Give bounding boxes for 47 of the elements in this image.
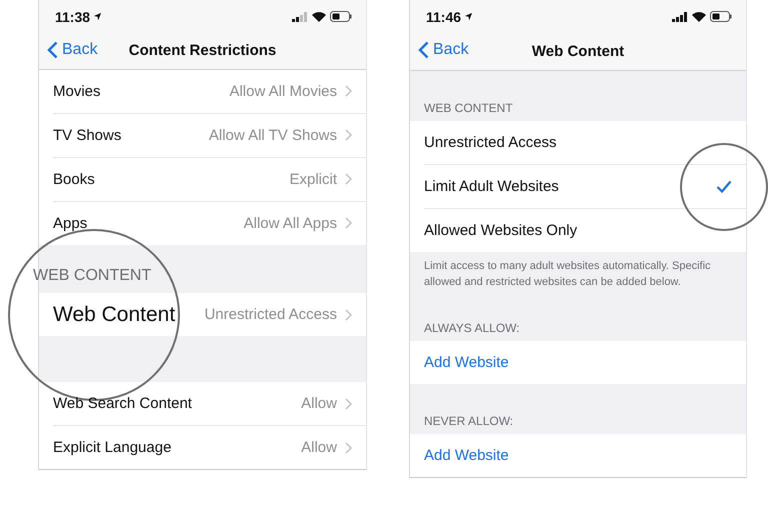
chevron-icon <box>345 217 352 230</box>
signal-icon <box>672 12 688 22</box>
chevron-icon <box>345 129 352 142</box>
row-value: Allow All TV Shows <box>208 126 337 144</box>
row-label[interactable]: Web Content <box>53 302 176 327</box>
option-label[interactable]: Allowed Websites Only <box>424 222 578 240</box>
row-value: Allow All Movies <box>229 82 337 100</box>
section-header: ALWAYS ALLOW: <box>424 320 520 335</box>
section-header: NEVER ALLOW: <box>424 414 514 428</box>
chevron-icon <box>345 398 352 410</box>
back-chevron-icon <box>47 41 58 60</box>
section-footer: Limit access to many adult websites automatically. Specific allowed and restricted websites can be added below. <box>424 258 732 290</box>
back-button[interactable]: Back <box>47 41 98 60</box>
row-label[interactable]: Explicit Language <box>53 439 172 456</box>
nav-title: Content Restrictions <box>128 42 276 60</box>
row-value: Allow <box>301 395 337 412</box>
chevron-icon <box>345 308 352 321</box>
wifi-icon <box>312 12 326 22</box>
option-label[interactable]: Limit Adult Websites <box>424 178 559 196</box>
back-button[interactable]: Back <box>418 41 469 60</box>
row-label[interactable]: Movies <box>53 82 101 100</box>
row-value: Unrestricted Access <box>204 306 337 324</box>
row-value: Explicit <box>289 170 337 188</box>
battery-icon <box>330 11 352 22</box>
location-arrow-icon <box>464 12 474 22</box>
row-label[interactable]: Apps <box>53 214 88 232</box>
back-chevron-icon <box>418 41 429 60</box>
section-header: WEB CONTENT <box>33 267 152 286</box>
location-arrow-icon <box>93 12 102 21</box>
add-website-link[interactable]: Add Website <box>424 447 509 464</box>
status-time: 11:46 <box>426 8 462 25</box>
row-value: Allow <box>301 439 337 456</box>
chevron-icon <box>345 442 352 454</box>
row-label[interactable]: TV Shows <box>53 126 122 144</box>
battery-icon <box>710 11 732 22</box>
signal-icon <box>292 12 308 22</box>
chevron-icon <box>345 173 352 186</box>
status-time: 11:38 <box>55 8 90 24</box>
row-label[interactable]: Books <box>53 170 95 188</box>
option-label[interactable]: Unrestricted Access <box>424 134 557 152</box>
wifi-icon <box>692 12 706 22</box>
nav-title: Web Content <box>532 42 624 60</box>
chevron-icon <box>345 85 352 98</box>
row-label[interactable]: Web Search Content <box>53 395 192 412</box>
row-value: Allow All Apps <box>244 214 337 232</box>
add-website-link[interactable]: Add Website <box>424 354 509 371</box>
section-header: WEB CONTENT <box>424 101 513 116</box>
